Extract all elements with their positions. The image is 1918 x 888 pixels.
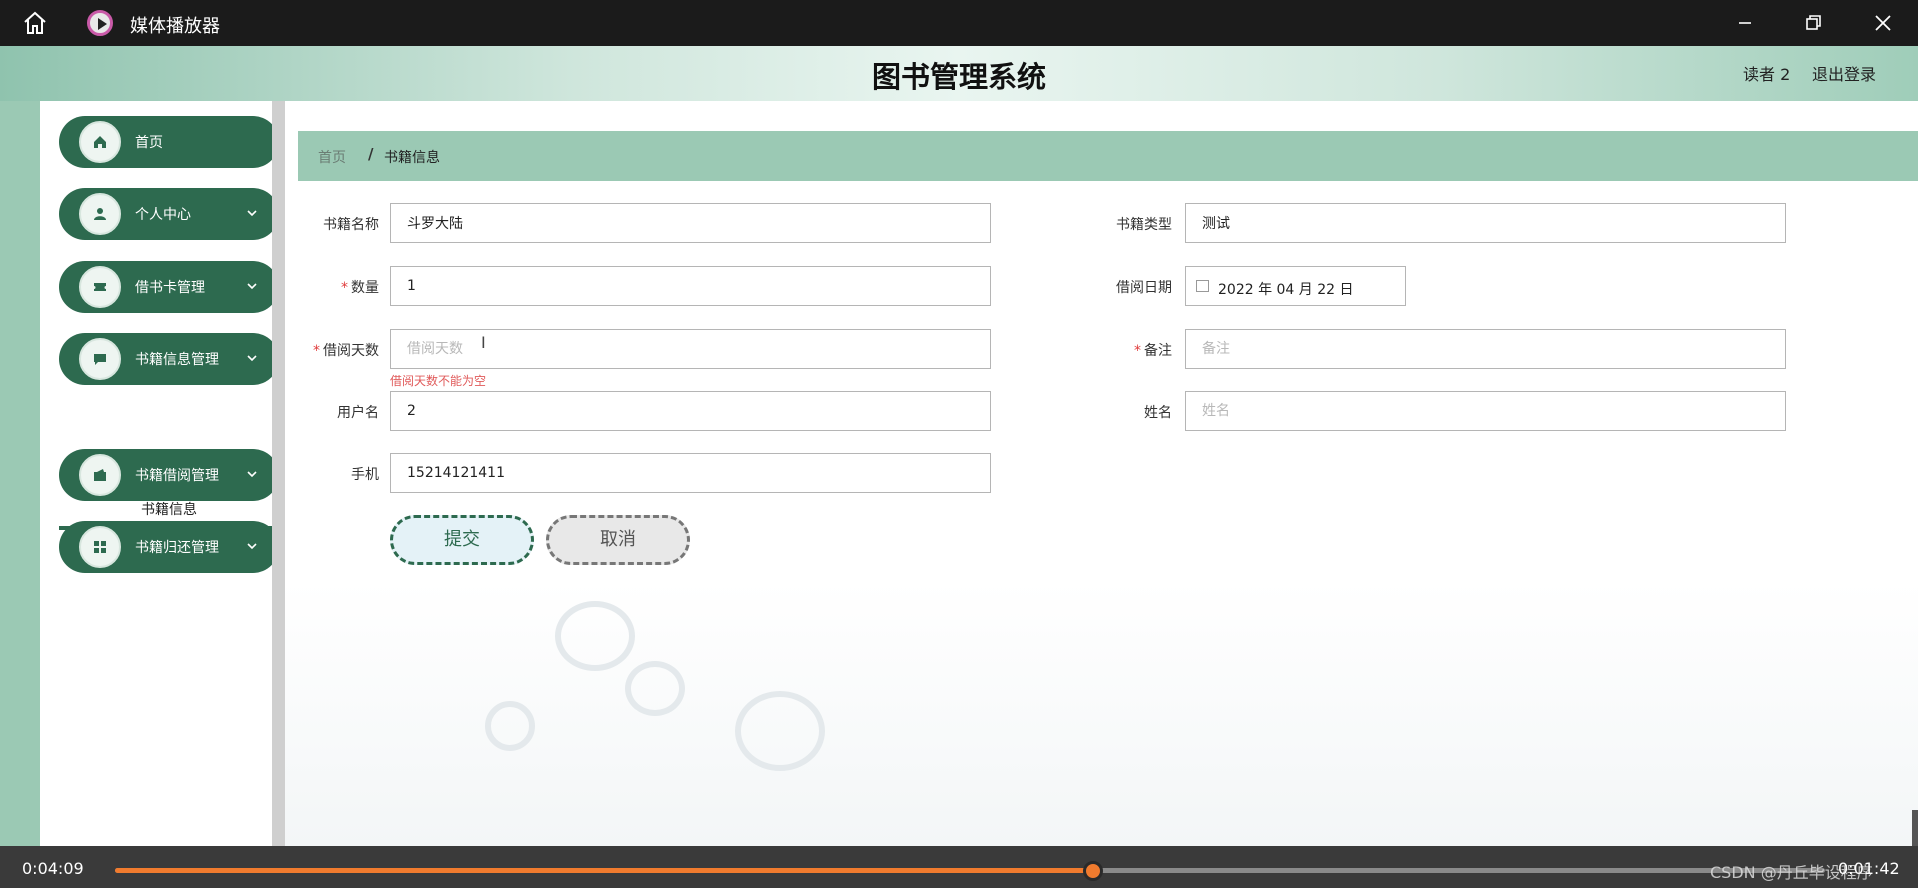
app-header: 图书管理系统 读者 2 退出登录 — [0, 46, 1918, 101]
chevron-down-icon — [247, 210, 257, 217]
sidebar-item-borrow[interactable]: 书籍借阅管理 — [59, 449, 279, 501]
sidebar-item-label: 首页 — [135, 135, 163, 151]
borrow-date-label: 借阅日期 — [1116, 280, 1172, 296]
borrow-days-error: 借阅天数不能为空 — [390, 374, 487, 388]
close-icon[interactable] — [1870, 10, 1896, 36]
sidebar-item-home[interactable]: 首页 — [59, 116, 279, 168]
ticket-icon — [94, 283, 106, 291]
submit-button[interactable]: 提交 — [390, 515, 534, 565]
page-title: 图书管理系统 — [871, 60, 1046, 94]
username-label: 用户名 — [337, 405, 379, 421]
remark-field[interactable] — [1185, 329, 1786, 369]
chat-icon — [94, 354, 106, 365]
book-name-field[interactable] — [390, 203, 991, 243]
nav-icon-circle — [79, 193, 121, 235]
main-content: 首页 / 书籍信息 书籍名称 书籍类型 *数量 借阅日期 2022 年 04 月… — [285, 101, 1918, 846]
grid-icon — [94, 541, 106, 553]
borrow-date-picker[interactable]: 2022 年 04 月 22 日 — [1185, 266, 1406, 306]
sidebar-item-label: 书籍信息管理 — [135, 352, 219, 368]
sidebar-strip — [0, 101, 40, 846]
borrow-days-label: * 借阅天数 — [313, 343, 379, 359]
username-field[interactable] — [390, 391, 991, 431]
sidebar-item-label: 借书卡管理 — [135, 280, 205, 296]
breadcrumb: 首页 / 书籍信息 — [298, 131, 1918, 181]
breadcrumb-current: 书籍信息 — [384, 150, 440, 166]
book-type-label: 书籍类型 — [1116, 217, 1172, 233]
breadcrumb-home-link[interactable]: 首页 — [318, 147, 346, 167]
borrow-date-value: 2022 年 04 月 22 日 — [1218, 282, 1354, 298]
sidebar-item-library-card[interactable]: 借书卡管理 — [59, 261, 279, 313]
cancel-button[interactable]: 取消 — [546, 515, 690, 565]
minimize-icon[interactable] — [1732, 10, 1758, 36]
seek-bar-progress — [115, 868, 1094, 873]
background-decoration — [485, 701, 535, 751]
name-field[interactable] — [1185, 391, 1786, 431]
player-title-bar: 媒体播放器 — [0, 0, 1918, 46]
current-user[interactable]: 读者 2 — [1743, 61, 1790, 85]
calendar-icon — [1196, 280, 1209, 292]
player-title: 媒体播放器 — [130, 16, 220, 37]
sidebar-item-label: 书籍借阅管理 — [135, 468, 219, 484]
home-icon — [94, 136, 106, 148]
background-decoration — [625, 661, 685, 716]
phone-label: 手机 — [351, 467, 379, 483]
total-time: 0:01:42 — [1838, 859, 1900, 878]
scrollbar[interactable] — [1912, 810, 1918, 846]
sidebar-item-label: 个人中心 — [135, 207, 191, 223]
nav-icon-circle — [79, 338, 121, 380]
player-logo-icon — [87, 10, 113, 36]
breadcrumb-separator: / — [368, 145, 374, 163]
background-decoration — [735, 691, 825, 771]
nav-icon-circle — [79, 526, 121, 568]
player-controls: 0:04:09 CSDN @丹丘毕设程序 0:01:42 — [0, 846, 1918, 888]
chevron-down-icon — [247, 283, 257, 290]
sidebar-item-personal[interactable]: 个人中心 — [59, 188, 279, 240]
user-icon — [94, 208, 106, 220]
home-icon[interactable] — [22, 11, 48, 35]
chevron-down-icon — [247, 355, 257, 362]
book-name-label: 书籍名称 — [323, 217, 379, 233]
name-label: 姓名 — [1144, 405, 1172, 421]
book-type-field[interactable] — [1185, 203, 1786, 243]
current-time: 0:04:09 — [22, 859, 84, 878]
sidebar-divider — [272, 101, 285, 846]
sidebar-item-return[interactable]: 书籍归还管理 — [59, 521, 279, 573]
sidebar: 首页 个人中心 借书卡管理 书籍信息管理 书籍信息 书籍借阅管理 书籍归还管理 — [40, 101, 279, 846]
quantity-label: * 数量 — [341, 280, 379, 296]
remark-label: * 备注 — [1134, 343, 1172, 359]
background-decoration — [555, 601, 635, 671]
nav-icon-circle — [79, 121, 121, 163]
text-cursor-icon: I — [481, 333, 486, 352]
chevron-down-icon — [247, 471, 257, 478]
chevron-down-icon — [247, 543, 257, 550]
nav-icon-circle — [79, 454, 121, 496]
quantity-field[interactable] — [390, 266, 991, 306]
sidebar-item-book-info[interactable]: 书籍信息管理 — [59, 333, 279, 385]
phone-field[interactable] — [390, 453, 991, 493]
logout-link[interactable]: 退出登录 — [1812, 61, 1876, 85]
seek-bar[interactable] — [115, 861, 1825, 881]
nav-icon-circle — [79, 266, 121, 308]
seek-bar-thumb[interactable] — [1083, 861, 1104, 881]
restore-icon[interactable] — [1800, 10, 1826, 36]
wallet-icon — [94, 469, 106, 481]
sidebar-item-label: 书籍归还管理 — [135, 540, 219, 556]
